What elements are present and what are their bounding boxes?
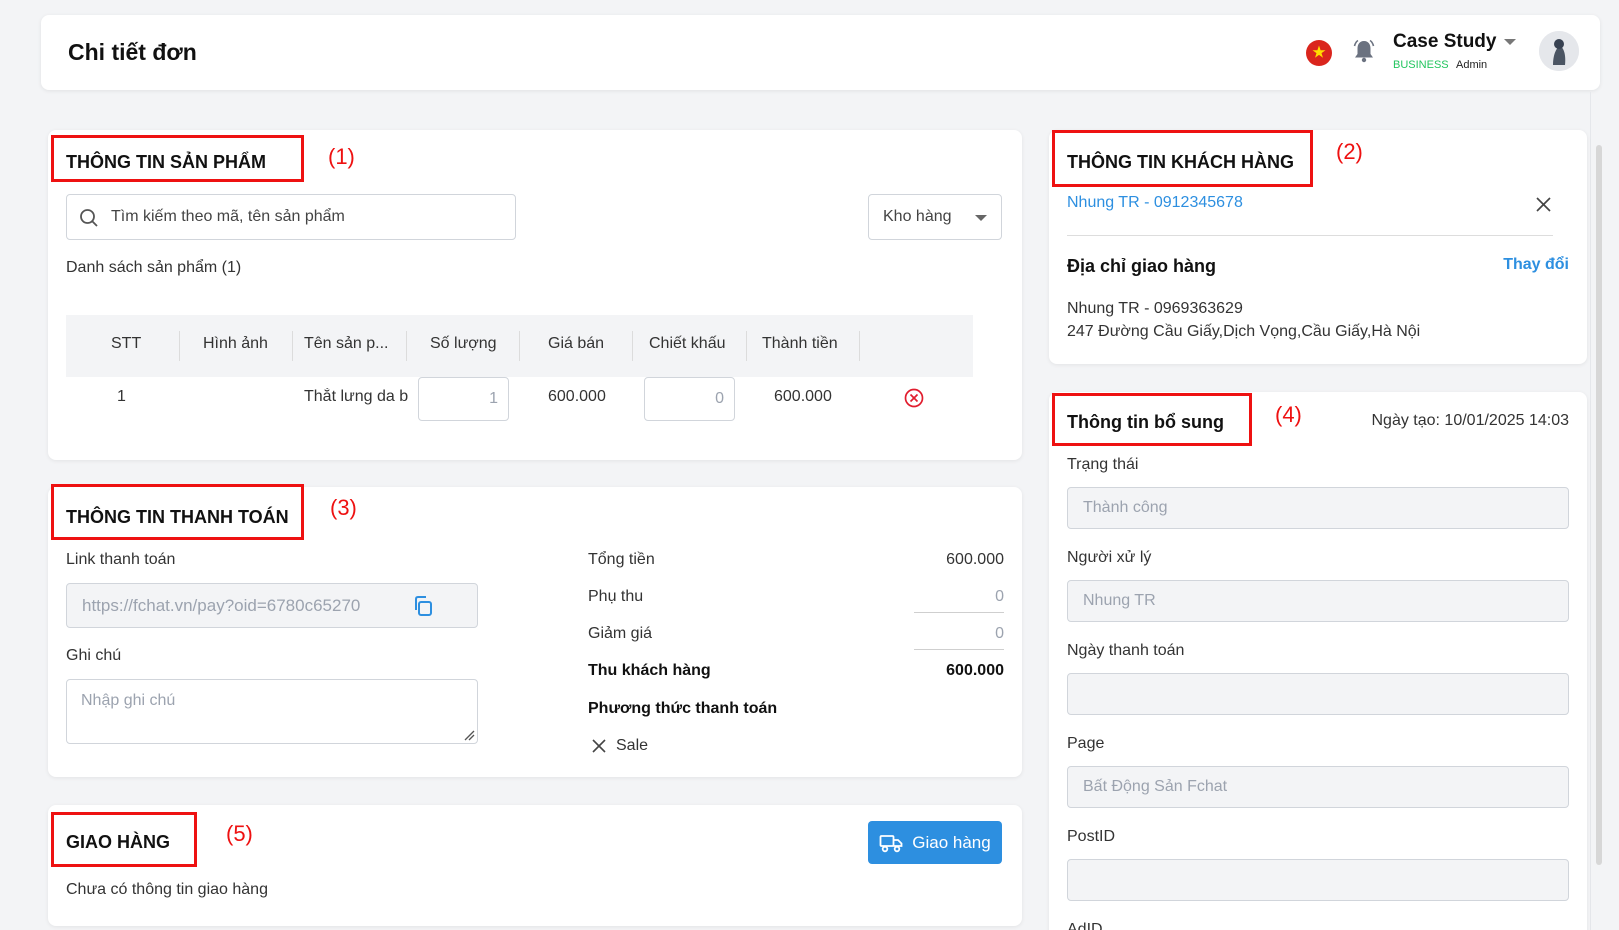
shipping-empty-text: Chưa có thông tin giao hàng: [66, 881, 268, 898]
workspace-plan-badge: BUSINESS: [1393, 59, 1449, 71]
top-header: Chi tiết đơn Case Study BUSINESS Admin: [41, 15, 1600, 90]
collect-label: Thu khách hàng: [588, 662, 711, 679]
quantity-value: 1: [489, 390, 498, 407]
chevron-down-icon: [975, 215, 987, 221]
scroll-divider: [1590, 92, 1591, 930]
column-divider: [406, 331, 407, 361]
column-header: STT: [111, 335, 142, 352]
bell-icon[interactable]: [1353, 39, 1375, 68]
column-header: Chiết khấu: [649, 335, 726, 352]
annotation-label-3: (3): [330, 495, 357, 520]
warehouse-select[interactable]: Kho hàng: [868, 194, 1002, 240]
chevron-down-icon[interactable]: [1504, 39, 1516, 45]
handler-field: Nhung TR: [1067, 580, 1569, 622]
product-search-input[interactable]: Tìm kiếm theo mã, tên sản phẩm: [66, 194, 516, 240]
total-value: 600.000: [946, 551, 1004, 568]
discount-total-input[interactable]: 0: [995, 625, 1004, 643]
column-header: Thành tiền: [762, 335, 838, 352]
surcharge-label: Phụ thu: [588, 588, 644, 605]
annotation-label-4: (4): [1275, 402, 1302, 427]
page-title: Chi tiết đơn: [68, 39, 197, 65]
annotation-label-5: (5): [226, 821, 253, 846]
create-shipment-label: Giao hàng: [912, 832, 991, 852]
payment-method-label: Phương thức thanh toán: [588, 700, 778, 717]
recipient-address: 247 Đường Cầu Giấy,Dịch Vọng,Cầu Giấy,Hà…: [1067, 323, 1421, 340]
search-icon: [80, 209, 98, 227]
remove-icon[interactable]: [904, 388, 924, 408]
copy-icon[interactable]: [412, 595, 434, 617]
note-placeholder: Nhập ghi chú: [81, 692, 176, 709]
column-header: Số lượng: [430, 335, 497, 352]
adid-label: AdID: [1067, 921, 1103, 930]
shipping-address-title: Địa chỉ giao hàng: [1067, 256, 1217, 276]
workspace-role: Admin: [1456, 59, 1488, 71]
column-header: Tên sản p...: [304, 335, 389, 352]
payment-method-value: Sale: [616, 737, 649, 754]
created-date: Ngày tạo: 10/01/2025 14:03: [1371, 412, 1570, 429]
create-shipment-button[interactable]: Giao hàng: [868, 821, 1002, 864]
column-divider: [746, 331, 747, 361]
extra-info-card: Thông tin bổ sung Ngày tạo: 10/01/2025 1…: [1049, 392, 1587, 930]
product-list-label: Danh sách sản phẩm (1): [66, 259, 242, 276]
quantity-input[interactable]: 1: [418, 377, 509, 421]
column-divider: [632, 331, 633, 361]
vietnam-flag-icon[interactable]: [1306, 40, 1332, 66]
product-table-header: STT Hình ảnh Tên sản p... Số lượng Giá b…: [66, 315, 973, 377]
annotation-box-1: [51, 135, 304, 182]
workspace-name[interactable]: Case Study: [1393, 31, 1496, 53]
total-label: Tổng tiền: [588, 551, 655, 568]
column-header: Hình ảnh: [203, 335, 268, 352]
discount-input[interactable]: 0: [644, 377, 735, 421]
close-icon[interactable]: [592, 739, 606, 753]
status-field: Thành công: [1067, 487, 1569, 529]
column-divider: [179, 331, 180, 361]
divider: [1067, 235, 1553, 236]
product-search-placeholder: Tìm kiếm theo mã, tên sản phẩm: [111, 208, 345, 225]
truck-icon: [879, 834, 903, 852]
annotation-box-5: [51, 812, 197, 867]
page-field: Bất Động Sản Fchat: [1067, 766, 1569, 808]
surcharge-input[interactable]: 0: [995, 588, 1004, 606]
handler-label: Người xử lý: [1067, 549, 1152, 566]
column-divider: [859, 331, 860, 361]
annotation-box-2: [1052, 130, 1313, 187]
column-divider: [519, 331, 520, 361]
row-price: 600.000: [548, 388, 606, 405]
discount-value: 0: [715, 390, 724, 407]
row-total: 600.000: [774, 388, 832, 405]
recipient-name: Nhung TR - 0969363629: [1067, 300, 1243, 317]
row-stt: 1: [117, 388, 126, 405]
discount-underline: [914, 649, 1004, 650]
collect-value: 600.000: [946, 662, 1004, 679]
page-label: Page: [1067, 735, 1105, 752]
annotation-box-4: [1052, 393, 1252, 446]
note-textarea[interactable]: Nhập ghi chú: [66, 679, 478, 744]
discount-label: Giảm giá: [588, 625, 653, 642]
warehouse-select-label: Kho hàng: [883, 208, 952, 225]
column-divider: [292, 331, 293, 361]
status-label: Trạng thái: [1067, 456, 1139, 473]
resize-handle-icon[interactable]: [463, 729, 475, 741]
annotation-label-2: (2): [1336, 139, 1363, 164]
annotation-label-1: (1): [328, 144, 355, 169]
surcharge-underline: [914, 612, 1004, 613]
payment-link-value: https://fchat.vn/pay?oid=6780c65270: [82, 595, 361, 615]
row-product-name: Thắt lưng da b: [304, 388, 409, 405]
annotation-box-3: [51, 484, 304, 540]
paydate-field: [1067, 673, 1569, 715]
scrollbar[interactable]: [1596, 145, 1602, 865]
postid-label: PostID: [1067, 828, 1116, 845]
note-label: Ghi chú: [66, 647, 122, 664]
customer-name-link[interactable]: Nhung TR - 0912345678: [1067, 194, 1243, 212]
column-header: Giá bán: [548, 335, 605, 352]
payment-link-label: Link thanh toán: [66, 551, 176, 568]
change-address-link[interactable]: Thay đổi: [1503, 256, 1569, 274]
avatar[interactable]: [1539, 31, 1579, 71]
close-icon[interactable]: [1536, 197, 1551, 212]
postid-field: [1067, 859, 1569, 901]
paydate-label: Ngày thanh toán: [1067, 642, 1185, 659]
